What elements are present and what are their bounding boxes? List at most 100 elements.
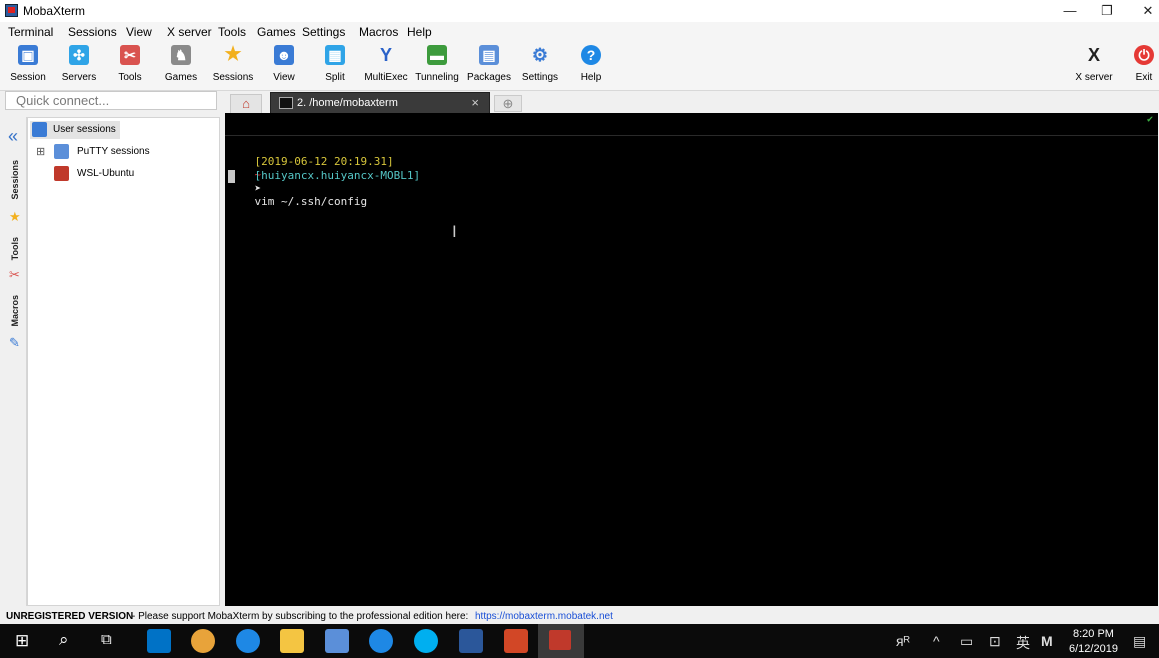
powerpoint-icon[interactable] bbox=[504, 629, 528, 653]
new-tab-button[interactable]: ⊕ bbox=[494, 95, 522, 112]
menu-help[interactable]: Help bbox=[407, 25, 432, 39]
tab-tools-label: Tools bbox=[10, 237, 20, 261]
new-tab-icon: ⊕ bbox=[502, 96, 514, 111]
tab-close-button[interactable]: × bbox=[471, 95, 479, 110]
clock-date[interactable]: 6/12/2019 bbox=[1069, 643, 1118, 655]
task-view-icon[interactable]: ⧉ bbox=[101, 631, 112, 648]
windows-start-icon[interactable]: ⊞ bbox=[15, 631, 29, 651]
packages-button[interactable]: ▤ Packages bbox=[466, 43, 512, 87]
tunneling-icon: ▬ bbox=[427, 45, 447, 65]
view-icon: ☻ bbox=[274, 45, 294, 65]
restore-button[interactable]: ❐ bbox=[1085, 0, 1129, 22]
tree-root-user-sessions[interactable]: User sessions bbox=[30, 121, 120, 139]
file-explorer-icon[interactable] bbox=[280, 629, 304, 653]
terminal-icon bbox=[279, 97, 293, 109]
mobaxterm-icon bbox=[549, 630, 571, 650]
terminal-prompt: [huiyancx.huiyancx-MOBL1] bbox=[254, 169, 421, 182]
network-icon[interactable]: ⊡ bbox=[989, 633, 1001, 650]
help-button[interactable]: ? Help bbox=[568, 43, 614, 87]
close-window-button[interactable]: ✕ bbox=[1126, 0, 1159, 22]
mobaxterm-taskbar-item[interactable] bbox=[538, 624, 584, 658]
network-app-icon[interactable] bbox=[325, 629, 349, 653]
status-message: - Please support MobaXterm by subscribin… bbox=[132, 611, 469, 622]
servers-button[interactable]: ✣ Servers bbox=[56, 43, 102, 87]
menu-sessions[interactable]: Sessions bbox=[68, 25, 117, 39]
split-button[interactable]: ▦ Split bbox=[312, 43, 358, 87]
tools-icon: ✂ bbox=[120, 45, 140, 65]
tree-root-label: User sessions bbox=[53, 124, 116, 135]
putty-icon bbox=[54, 144, 69, 159]
title-bar: MobaXterm — ❐ ✕ bbox=[0, 0, 1159, 22]
status-bar: UNREGISTERED VERSION - Please support Mo… bbox=[0, 608, 1159, 624]
tab-terminal-2[interactable]: 2. /home/mobaxterm × bbox=[270, 92, 490, 113]
help-icon: ? bbox=[581, 45, 601, 65]
menu-games[interactable]: Games bbox=[257, 25, 296, 39]
windows-taskbar: ⊞ ⌕ ⧉ ᴙᴿ ^ ▭ ⊡ 英 M 8:20 PM 6/12/2019 ▤ bbox=[0, 624, 1159, 658]
tunneling-button[interactable]: ▬ Tunneling bbox=[414, 43, 460, 87]
word-icon[interactable] bbox=[459, 629, 483, 653]
exit-label: Exit bbox=[1135, 72, 1153, 83]
outlook-icon[interactable] bbox=[147, 629, 171, 653]
tab-sessions-label: Sessions bbox=[10, 160, 20, 200]
multiexec-icon: Y bbox=[379, 45, 392, 65]
tree-item-wsl-ubuntu[interactable]: WSL-Ubuntu bbox=[52, 165, 172, 183]
expand-icon[interactable]: ⊞ bbox=[36, 145, 45, 158]
show-hidden-icons-icon[interactable]: ^ bbox=[933, 633, 940, 649]
wsl-icon bbox=[54, 166, 69, 181]
tools-icon: ✂ bbox=[9, 267, 20, 282]
search-icon[interactable]: ⌕ bbox=[59, 630, 69, 650]
sessions-button[interactable]: ★ Sessions bbox=[210, 43, 256, 87]
check-icon: ✔ bbox=[1146, 114, 1153, 125]
collapse-sidebar-icon[interactable]: « bbox=[8, 126, 18, 147]
view-button[interactable]: ☻ View bbox=[261, 43, 307, 87]
tab-sessions[interactable]: Sessions bbox=[5, 157, 26, 207]
edge-icon[interactable] bbox=[236, 629, 260, 653]
text-cursor-icon: I bbox=[452, 222, 457, 241]
menu-view[interactable]: View bbox=[126, 25, 152, 39]
settings-button[interactable]: ⚙ Settings bbox=[517, 43, 563, 87]
packages-icon: ▤ bbox=[479, 45, 499, 65]
x-server-button[interactable]: X X server bbox=[1071, 43, 1117, 87]
quick-connect-input[interactable] bbox=[16, 93, 211, 108]
servers-icon: ✣ bbox=[69, 45, 89, 65]
games-button[interactable]: ♞ Games bbox=[158, 43, 204, 87]
tools-button[interactable]: ✂ Tools bbox=[107, 43, 153, 87]
notifications-icon[interactable]: ▤ bbox=[1133, 633, 1146, 650]
battery-icon[interactable]: ▭ bbox=[960, 633, 973, 650]
menu-tools[interactable]: Tools bbox=[218, 25, 246, 39]
skype-icon[interactable] bbox=[414, 629, 438, 653]
subscription-link[interactable]: https://mobaxterm.mobatek.net bbox=[475, 611, 613, 622]
clock-time[interactable]: 8:20 PM bbox=[1073, 628, 1114, 640]
menu-x-server[interactable]: X server bbox=[167, 25, 212, 39]
people-icon[interactable]: ᴙᴿ bbox=[896, 633, 910, 649]
power-icon: ⏻ bbox=[1134, 45, 1154, 65]
session-tree-panel: User sessions ⊞ PuTTY sessions WSL-Ubunt… bbox=[27, 117, 220, 606]
session-button[interactable]: ▣ Session bbox=[5, 43, 51, 87]
menu-macros[interactable]: Macros bbox=[359, 25, 398, 39]
help-label: Help bbox=[580, 72, 602, 83]
tab-macros[interactable]: Macros bbox=[5, 293, 26, 333]
home-tab[interactable]: ⌂ bbox=[230, 94, 262, 113]
internet-explorer-icon[interactable] bbox=[369, 629, 393, 653]
multiexec-button[interactable]: Y MultiExec bbox=[363, 43, 409, 87]
tab-tools[interactable]: Tools bbox=[5, 235, 26, 269]
terminal-divider bbox=[225, 135, 1158, 136]
ime-language[interactable]: 英 bbox=[1016, 633, 1030, 653]
tab-strip: ⌂ 2. /home/mobaxterm × ⊕ bbox=[222, 91, 1159, 113]
tree-item-label: PuTTY sessions bbox=[77, 146, 150, 157]
menu-terminal[interactable]: Terminal bbox=[8, 25, 53, 39]
tree-item-putty-sessions[interactable]: PuTTY sessions bbox=[52, 143, 172, 161]
menu-settings[interactable]: Settings bbox=[302, 25, 345, 39]
chrome-icon[interactable] bbox=[191, 629, 215, 653]
tab-label: 2. /home/mobaxterm bbox=[297, 97, 398, 109]
ime-mode[interactable]: M bbox=[1041, 633, 1053, 649]
home-icon: ⌂ bbox=[242, 96, 250, 111]
folder-icon bbox=[32, 122, 47, 137]
session-icon: ▣ bbox=[18, 45, 38, 65]
unregistered-label: UNREGISTERED VERSION bbox=[6, 611, 134, 622]
side-tabs: « Sessions ★ Tools ✂ Macros ✎ bbox=[5, 117, 27, 606]
terminal-area[interactable]: ✔ [2019-06-12 20:19.31] ~ [huiyancx.huiy… bbox=[225, 113, 1158, 606]
terminal-arrow: ➤ bbox=[254, 182, 262, 195]
split-icon: ▦ bbox=[325, 45, 345, 65]
exit-button[interactable]: ⏻ Exit bbox=[1121, 43, 1159, 87]
